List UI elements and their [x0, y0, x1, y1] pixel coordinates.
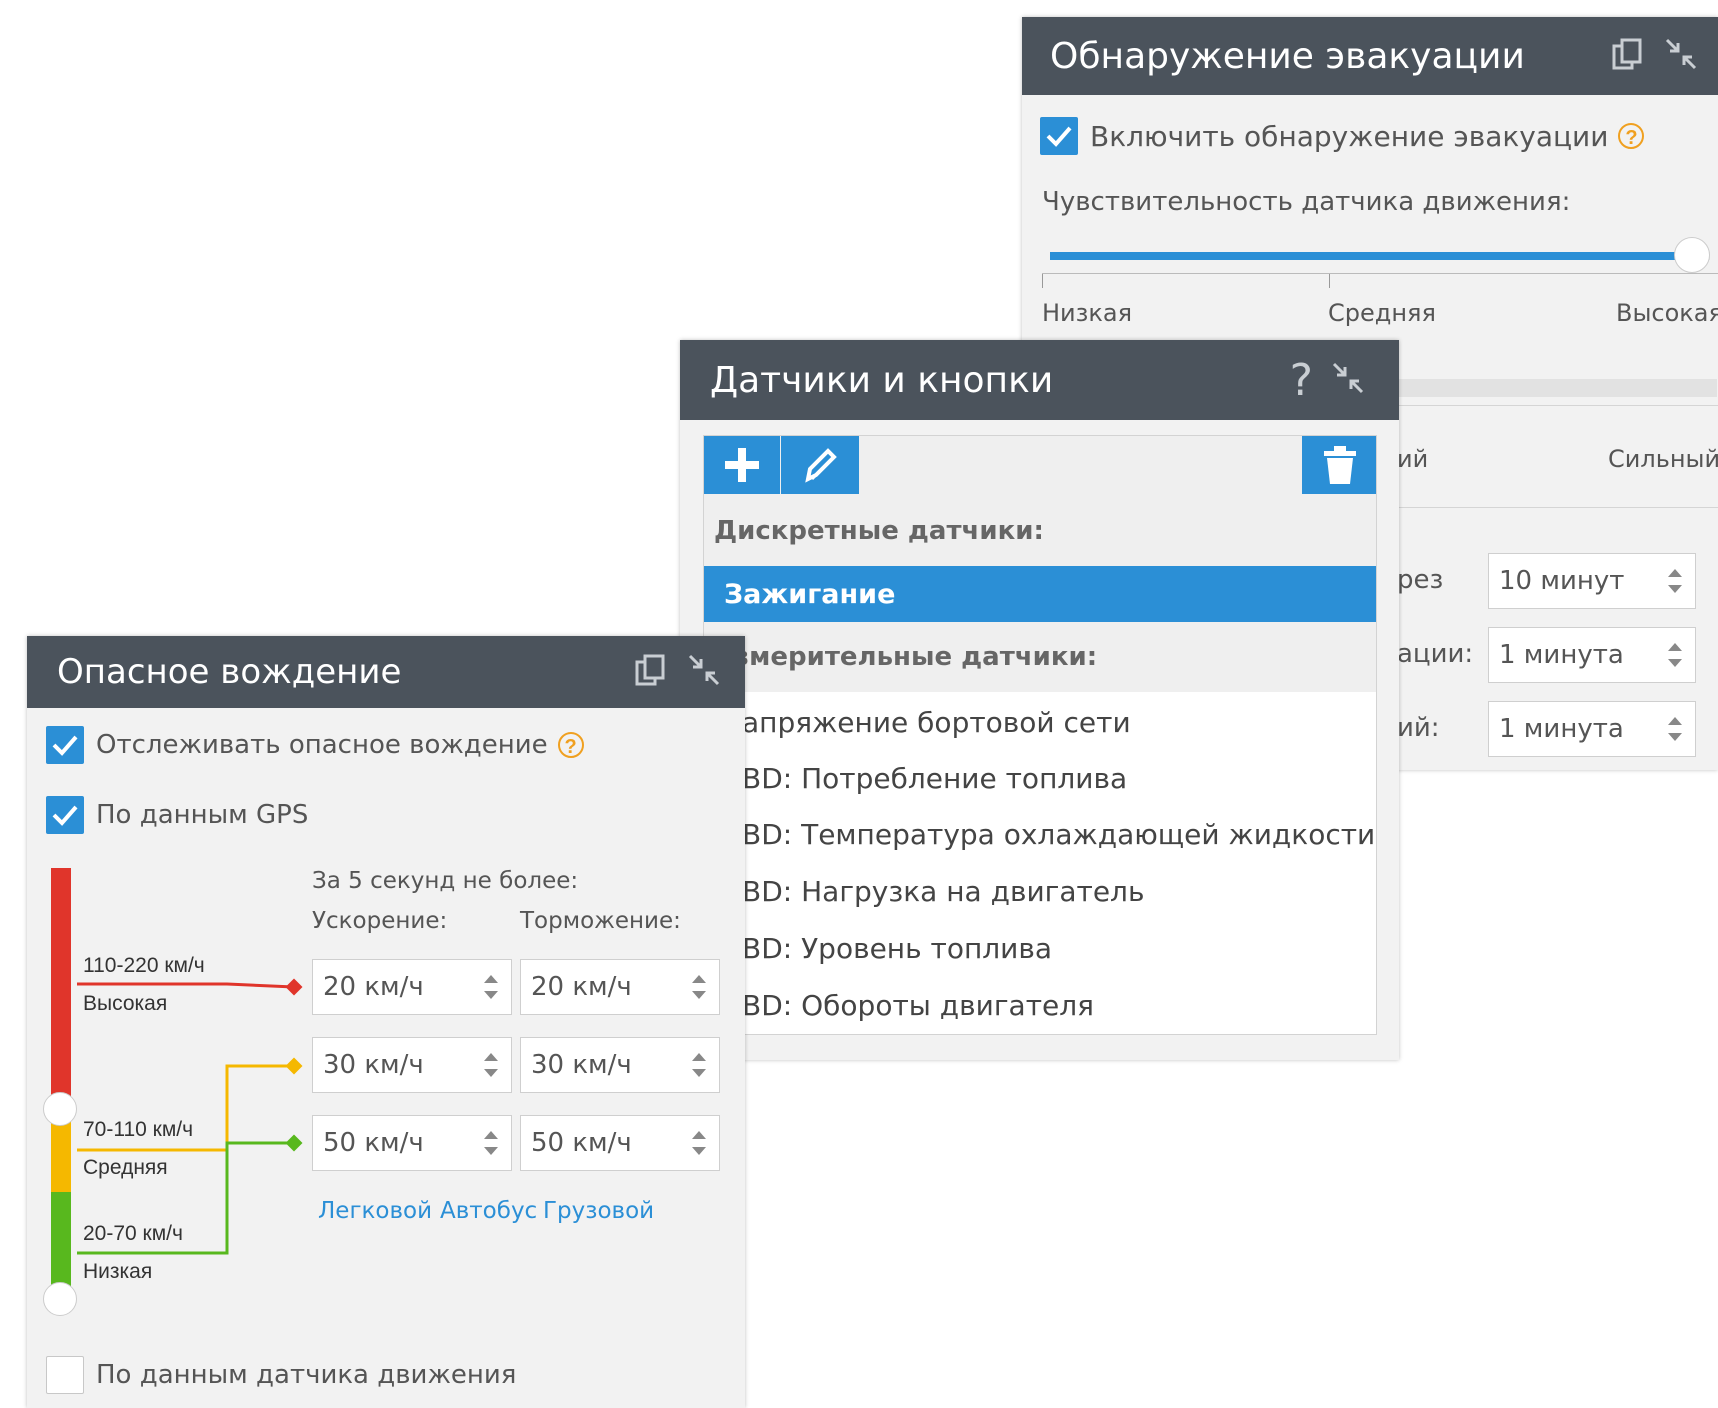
level-high-range: 110-220 км/ч [83, 954, 205, 977]
accel-low-stepper[interactable]: 50 км/ч [312, 1115, 512, 1171]
brake-high-stepper[interactable]: 20 км/ч [520, 959, 720, 1015]
list-item-ignition[interactable]: Зажигание [704, 566, 1376, 622]
add-button[interactable] [704, 436, 780, 494]
evacuation-title: Обнаружение эвакуации [1050, 35, 1525, 77]
list-item[interactable]: BD: Уровень топлива [742, 932, 1052, 965]
level-mid-name: Средняя [83, 1156, 168, 1179]
measuring-group: змерительные датчики: [704, 622, 1376, 692]
stepper-arrows-icon[interactable] [1667, 642, 1683, 668]
field-1-stepper[interactable]: 10 минут [1488, 553, 1696, 609]
level-connectors [77, 978, 303, 1255]
impact-tick-partial: ий [1397, 445, 1429, 473]
help-icon[interactable]: ? [1618, 123, 1645, 149]
level-low-name: Низкая [83, 1260, 153, 1283]
stepper-arrows-icon[interactable] [691, 1052, 707, 1078]
sensors-list-box: Дискретные датчики: Зажигание змерительн… [703, 435, 1377, 1035]
plus-icon [725, 448, 759, 482]
period-label: За 5 секунд не более: [312, 868, 579, 894]
motion-sensor-label: По данным датчика движения [96, 1360, 517, 1390]
measuring-list: апряжение бортовой сети BD: Потребление … [742, 692, 1376, 1032]
discrete-group: Дискретные датчики: [704, 496, 1376, 566]
stepper-arrows-icon[interactable] [483, 974, 499, 1000]
preset-bus-link[interactable]: Автобус [440, 1198, 537, 1224]
collapse-icon[interactable] [1664, 37, 1698, 76]
stepper-value: 30 км/ч [323, 1050, 424, 1080]
brake-low-stepper[interactable]: 50 км/ч [520, 1115, 720, 1171]
brake-mid-stepper[interactable]: 30 км/ч [520, 1037, 720, 1093]
stepper-arrows-icon[interactable] [691, 974, 707, 1000]
list-item[interactable]: апряжение бортовой сети [742, 706, 1131, 739]
pencil-icon [805, 448, 837, 483]
field-3-value: 1 минута [1499, 714, 1624, 744]
preset-car-link[interactable]: Легковой [318, 1198, 432, 1224]
accel-header: Ускорение: [312, 908, 448, 934]
evacuation-enable-checkbox[interactable] [1040, 117, 1078, 155]
field-3-label: ий: [1397, 713, 1440, 743]
level-high-name: Высокая [83, 992, 168, 1015]
accel-high-stepper[interactable]: 20 км/ч [312, 959, 512, 1015]
stepper-arrows-icon[interactable] [691, 1130, 707, 1156]
tick-low: Низкая [1042, 299, 1133, 327]
sensitivity-label: Чувствительность датчика движения: [1042, 187, 1571, 217]
driving-panel: Опасное вождение Отслеживать опасное вож… [27, 636, 745, 1408]
measuring-header: змерительные датчики: [734, 642, 1098, 672]
stepper-value: 50 км/ч [531, 1128, 632, 1158]
stepper-value: 20 км/ч [323, 972, 424, 1002]
list-item[interactable]: BD: Температура охлаждающей жидкости [742, 818, 1375, 851]
tick-high: Высокая [1616, 299, 1718, 327]
field-1-label: рез [1397, 565, 1444, 595]
impact-tick-strong: Сильный [1608, 445, 1718, 473]
list-item[interactable]: BD: Обороты двигателя [742, 989, 1094, 1022]
help-icon[interactable]: ? [1290, 355, 1313, 406]
level-mid-range: 70-110 км/ч [83, 1118, 194, 1141]
sensors-title: Датчики и кнопки [710, 359, 1054, 401]
field-2-stepper[interactable]: 1 минута [1488, 627, 1696, 683]
brake-header: Торможение: [520, 908, 681, 934]
motion-sensor-checkbox[interactable] [46, 1356, 84, 1394]
sensors-header: Датчики и кнопки ? [680, 340, 1399, 420]
delete-button[interactable] [1302, 436, 1376, 494]
list-item[interactable]: BD: Потребление топлива [742, 762, 1127, 795]
impact-slider-track[interactable] [1397, 379, 1717, 397]
evacuation-header: Обнаружение эвакуации [1022, 17, 1718, 95]
sensitivity-fill [1050, 252, 1692, 260]
list-item-label: Зажигание [724, 579, 896, 610]
stepper-value: 50 км/ч [323, 1128, 424, 1158]
evacuation-enable-label: Включить обнаружение эвакуации [1090, 119, 1609, 153]
field-2-value: 1 минута [1499, 640, 1624, 670]
field-3-stepper[interactable]: 1 минута [1488, 701, 1696, 757]
stepper-arrows-icon[interactable] [1667, 716, 1683, 742]
copy-icon[interactable] [1610, 36, 1646, 77]
trash-icon [1324, 446, 1356, 484]
sensitivity-thumb[interactable] [1674, 237, 1710, 273]
list-item[interactable]: BD: Нагрузка на двигатель [742, 875, 1144, 908]
preset-truck-link[interactable]: Грузовой [543, 1198, 654, 1224]
sensors-panel: Датчики и кнопки ? Дискретные датчики: З… [680, 340, 1399, 1060]
stepper-value: 20 км/ч [531, 972, 632, 1002]
stepper-arrows-icon[interactable] [1667, 568, 1683, 594]
stepper-arrows-icon[interactable] [483, 1052, 499, 1078]
collapse-icon[interactable] [1331, 361, 1365, 400]
field-2-label: ации: [1397, 639, 1474, 669]
tick-mid: Средняя [1328, 299, 1436, 327]
sensitivity-scale [1042, 273, 1718, 288]
level-low-range: 20-70 км/ч [83, 1222, 183, 1245]
edit-button[interactable] [781, 436, 859, 494]
discrete-header: Дискретные датчики: [714, 516, 1044, 546]
stepper-arrows-icon[interactable] [483, 1130, 499, 1156]
stepper-value: 30 км/ч [531, 1050, 632, 1080]
accel-mid-stepper[interactable]: 30 км/ч [312, 1037, 512, 1093]
field-1-value: 10 минут [1499, 566, 1625, 596]
